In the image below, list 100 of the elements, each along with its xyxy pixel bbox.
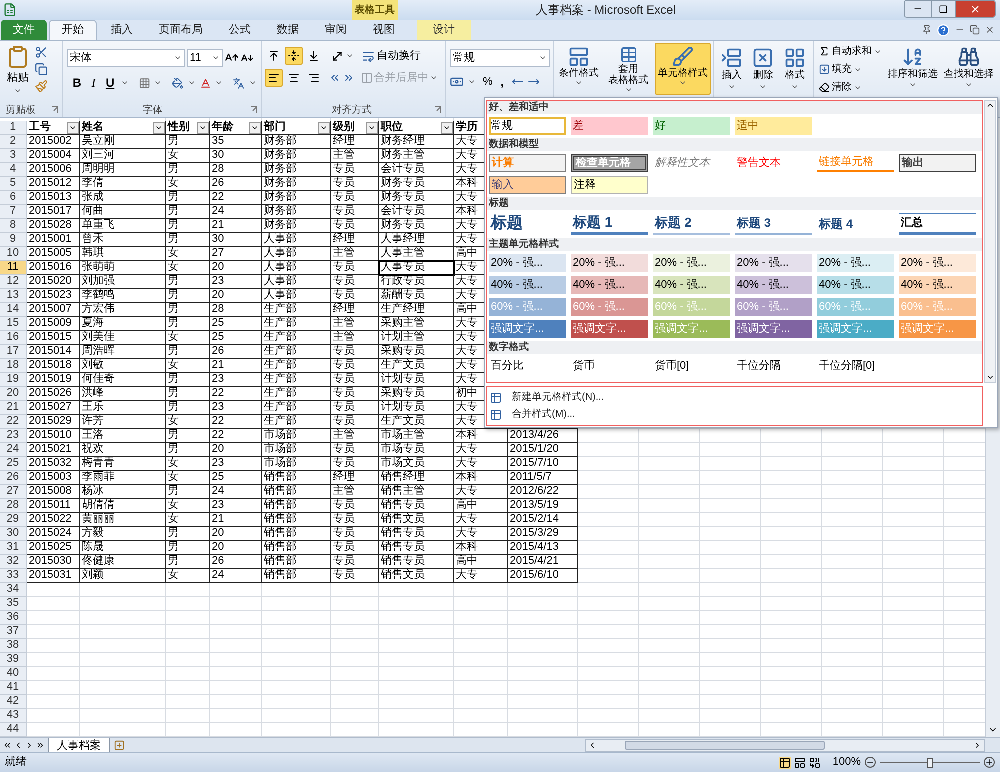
percent-button[interactable]: % [483, 74, 493, 90]
italic-button[interactable]: I [88, 74, 100, 92]
find-select-button[interactable]: 查找和选择 [944, 44, 994, 89]
row-header[interactable]: 20 [0, 387, 27, 401]
ribbon-tab[interactable]: 页面布局 [147, 20, 215, 40]
cell-style-tile[interactable]: 40% - 强... [817, 276, 894, 294]
ribbon-tab[interactable]: 公式 [217, 20, 263, 40]
cell-style-tile[interactable]: 适中 [735, 117, 812, 135]
row-header[interactable]: 30 [0, 527, 27, 541]
row-header[interactable]: 39 [0, 653, 27, 667]
cell-style-tile[interactable]: 20% - 强... [735, 254, 812, 272]
cell-style-tile[interactable]: 千位分隔 [735, 357, 812, 375]
cell-style-tile[interactable]: 20% - 强... [653, 254, 730, 272]
ribbon-tab[interactable]: 文件 [1, 20, 47, 40]
cell-style-tile[interactable]: 20% - 强... [571, 254, 648, 272]
bold-button[interactable]: B [71, 74, 84, 92]
ribbon-tab[interactable]: 设计 [417, 20, 471, 40]
cells-button[interactable]: 格式 [780, 43, 809, 93]
row-header[interactable]: 41 [0, 681, 27, 695]
cell-style-tile[interactable]: 常规 [489, 117, 566, 135]
cell-style-tile[interactable]: 输入 [489, 176, 566, 194]
row-header[interactable]: 14 [0, 303, 27, 317]
row-header[interactable]: 2 [0, 135, 27, 149]
cell-style-tile[interactable]: 货币[0] [653, 357, 730, 375]
row-header[interactable]: 11 [0, 261, 27, 275]
row-header[interactable]: 10 [0, 247, 27, 261]
cell-style-tile[interactable]: 千位分隔[0] [817, 357, 894, 375]
zoom-level[interactable]: 100% [832, 754, 861, 771]
fill-button[interactable]: 填充 [819, 62, 882, 77]
row-header[interactable]: 42 [0, 695, 27, 709]
row-header[interactable]: 37 [0, 625, 27, 639]
cell-style-tile[interactable]: 强调文字... [735, 320, 812, 338]
cell-style-tile[interactable]: 20% - 强... [817, 254, 894, 272]
row-header[interactable]: 15 [0, 317, 27, 331]
cell-style-tile[interactable]: 40% - 强... [735, 276, 812, 294]
cells-button[interactable]: 删除 [749, 43, 778, 93]
row-header[interactable]: 34 [0, 583, 27, 597]
row-header[interactable]: 28 [0, 499, 27, 513]
row-header[interactable]: 43 [0, 709, 27, 723]
ribbon-tab[interactable]: 视图 [361, 20, 407, 40]
paste-button[interactable]: 粘贴 [3, 44, 33, 94]
styles-button[interactable]: 套用 表格格式 [604, 43, 654, 95]
row-header[interactable]: 22 [0, 415, 27, 429]
sort-filter-button[interactable]: 排序和筛选 [888, 44, 938, 89]
comma-button[interactable]: , [500, 73, 504, 91]
cell-style-tile[interactable]: 解释性文本 [653, 154, 730, 172]
cell-style-tile[interactable]: 差 [571, 117, 648, 135]
row-header[interactable]: 24 [0, 443, 27, 457]
row-header[interactable]: 13 [0, 289, 27, 303]
styles-button[interactable]: 条件格式 [556, 43, 602, 95]
autosum-button[interactable]: 自动求和 [819, 44, 882, 59]
cell-style-tile[interactable]: 标题 2 [653, 213, 730, 235]
row-header[interactable]: 19 [0, 373, 27, 387]
row-header[interactable]: 21 [0, 401, 27, 415]
font-size-field[interactable]: 11 [187, 49, 223, 67]
row-header[interactable]: 4 [0, 163, 27, 177]
cell-style-tile[interactable]: 20% - 强... [899, 254, 976, 272]
ribbon-tab[interactable]: 插入 [99, 20, 145, 40]
cell-style-tile[interactable]: 40% - 强... [489, 276, 566, 294]
cell-style-tile[interactable]: 注释 [571, 176, 648, 194]
row-header[interactable]: 7 [0, 205, 27, 219]
row-header[interactable]: 23 [0, 429, 27, 443]
cell-style-tile[interactable]: 标题 1 [571, 213, 648, 235]
wrap-text-button[interactable]: 自动换行 [362, 48, 421, 64]
row-header[interactable]: 16 [0, 331, 27, 345]
cell-style-tile[interactable]: 20% - 强... [489, 254, 566, 272]
ribbon-tab[interactable]: 开始 [49, 20, 97, 40]
row-header[interactable]: 8 [0, 219, 27, 233]
cell-style-tile[interactable]: 强调文字... [571, 320, 648, 338]
number-format-field[interactable]: 常规 [450, 49, 550, 67]
row-header[interactable]: 29 [0, 513, 27, 527]
row-header[interactable]: 17 [0, 345, 27, 359]
font-name-field[interactable]: 宋体 [67, 49, 185, 67]
cell-style-tile[interactable]: 警告文本 [735, 154, 812, 172]
row-header[interactable]: 38 [0, 639, 27, 653]
row-header[interactable]: 6 [0, 191, 27, 205]
styles-button[interactable]: 单元格样式 [655, 43, 711, 95]
row-header[interactable]: 12 [0, 275, 27, 289]
cell-style-tile[interactable]: 货币 [571, 357, 648, 375]
cell-style-tile[interactable]: 汇总 [899, 213, 976, 235]
row-header[interactable]: 26 [0, 471, 27, 485]
row-header[interactable]: 1 [0, 121, 27, 135]
row-header[interactable]: 33 [0, 569, 27, 583]
cell-style-tile[interactable]: 标题 4 [817, 213, 894, 235]
row-header[interactable]: 18 [0, 359, 27, 373]
row-header[interactable]: 5 [0, 177, 27, 191]
cell-style-tile[interactable]: 强调文字... [489, 320, 566, 338]
cell-style-tile[interactable]: 输出 [899, 154, 976, 172]
cell-style-tile[interactable]: 40% - 强... [653, 276, 730, 294]
row-header[interactable]: 27 [0, 485, 27, 499]
cells-button[interactable]: 插入 [718, 43, 746, 93]
underline-button[interactable]: U [104, 74, 117, 92]
cell-style-tile[interactable]: 40% - 强... [899, 276, 976, 294]
row-header[interactable]: 3 [0, 149, 27, 163]
cell-style-tile[interactable]: 好 [653, 117, 730, 135]
row-header[interactable]: 32 [0, 555, 27, 569]
ribbon-tab[interactable]: 数据 [265, 20, 311, 40]
row-header[interactable]: 25 [0, 457, 27, 471]
cell-style-tile[interactable]: 40% - 强... [571, 276, 648, 294]
ribbon-tab[interactable]: 审阅 [313, 20, 359, 40]
